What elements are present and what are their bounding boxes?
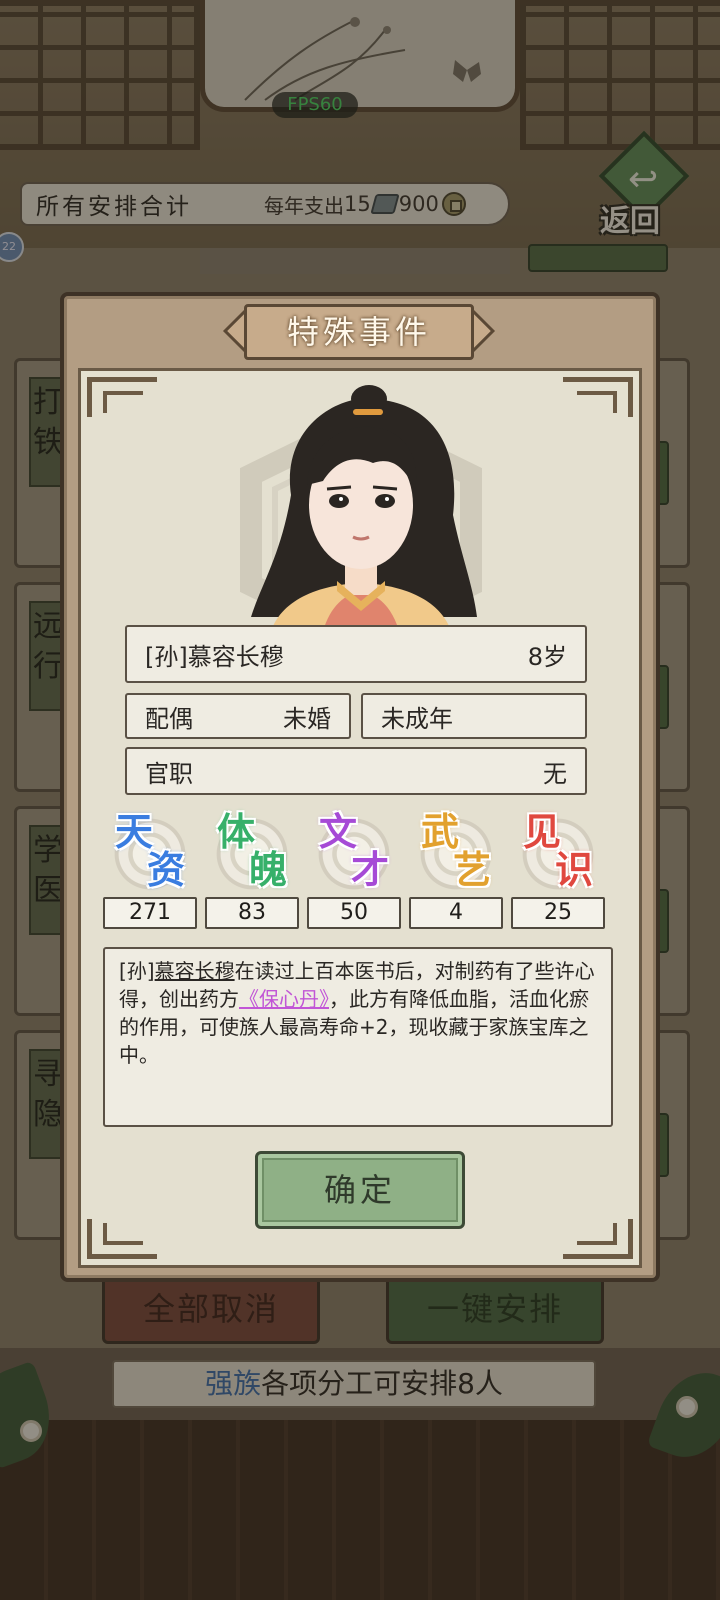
martial-icon: 武 艺 bbox=[409, 811, 503, 895]
stat-value: 25 bbox=[511, 897, 605, 929]
character-portrait bbox=[141, 385, 581, 639]
stat-literature: 文 才 50 bbox=[307, 811, 401, 929]
character-name: [孙]慕容长穆 bbox=[145, 642, 284, 671]
recipe-link[interactable]: 《保心丹》 bbox=[239, 987, 329, 1011]
special-event-dialog: 特殊事件 [孙]慕容长穆 8岁 配偶 未婚 未成年 官职 无 天 资 271 体… bbox=[60, 292, 660, 1282]
dialog-title-plate: 特殊事件 bbox=[222, 304, 496, 360]
event-description: [孙]慕容长穆在读过上百本医书后，对制药有了些许心得，创出药方《保心丹》，此方有… bbox=[103, 947, 613, 1127]
dialog-title: 特殊事件 bbox=[286, 313, 431, 351]
character-age: 8岁 bbox=[527, 642, 567, 671]
talent-icon: 天 资 bbox=[103, 811, 197, 895]
stat-martial: 武 艺 4 bbox=[409, 811, 503, 929]
physique-icon: 体 魄 bbox=[205, 811, 299, 895]
name-age-field: [孙]慕容长穆 8岁 bbox=[125, 625, 587, 683]
stat-value: 50 bbox=[307, 897, 401, 929]
dialog-content: [孙]慕容长穆 8岁 配偶 未婚 未成年 官职 无 天 资 271 体 魄 83… bbox=[78, 368, 642, 1268]
stat-knowledge: 见 识 25 bbox=[511, 811, 605, 929]
stat-value: 83 bbox=[205, 897, 299, 929]
age-status-field: 未成年 bbox=[361, 693, 587, 739]
office-value: 无 bbox=[543, 759, 567, 788]
spouse-field: 配偶 未婚 bbox=[125, 693, 351, 739]
office-label: 官职 bbox=[145, 759, 193, 788]
spouse-value: 未婚 bbox=[283, 704, 331, 733]
stat-value: 271 bbox=[103, 897, 197, 929]
stat-physique: 体 魄 83 bbox=[205, 811, 299, 929]
character-name-link[interactable]: 慕容长穆 bbox=[155, 959, 235, 983]
confirm-button[interactable]: 确定 bbox=[255, 1151, 465, 1229]
stat-value: 4 bbox=[409, 897, 503, 929]
literature-icon: 文 才 bbox=[307, 811, 401, 895]
age-status: 未成年 bbox=[381, 704, 453, 733]
knowledge-icon: 见 识 bbox=[511, 811, 605, 895]
stat-talent: 天 资 271 bbox=[103, 811, 197, 929]
spouse-label: 配偶 bbox=[145, 704, 193, 733]
office-field: 官职 无 bbox=[125, 747, 587, 795]
